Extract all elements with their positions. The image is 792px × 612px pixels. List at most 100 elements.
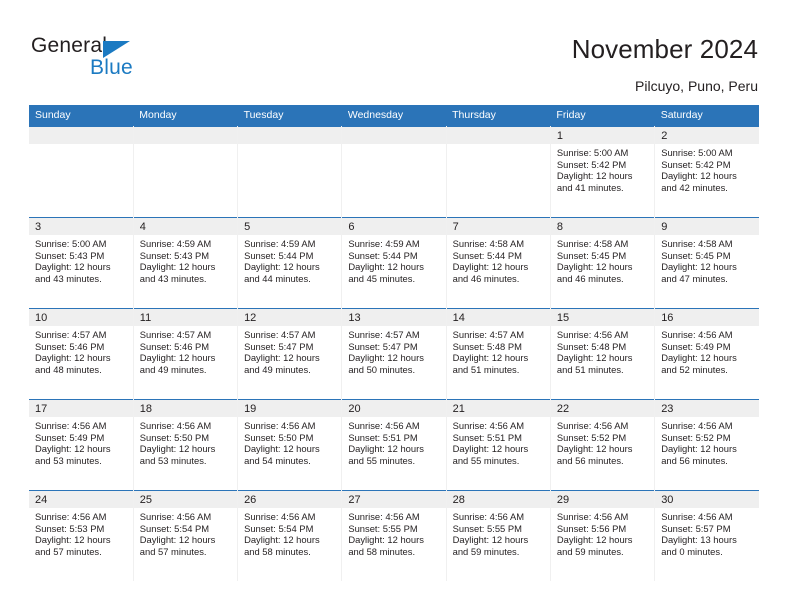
calendar-day-cell[interactable]: 1 Sunrise: 5:00 AM Sunset: 5:42 PM Daylight…: [550, 126, 656, 218]
day-number: [133, 127, 238, 144]
daylight-duration-line2: and 57 minutes.: [139, 545, 207, 557]
daylight-duration-line2: and 43 minutes.: [35, 272, 102, 284]
day-sun-info: Sunrise: 4:56 AM Sunset: 5:50 PM Daylight:…: [238, 417, 341, 466]
daylight-duration-line1: Daylight: 12 hours: [244, 261, 320, 273]
daylight-duration-line2: and 56 minutes.: [661, 454, 728, 466]
calendar-day-cell[interactable]: 5 Sunrise: 4:59 AM Sunset: 5:44 PM Daylight…: [237, 217, 343, 309]
daylight-duration-line2: and 54 minutes.: [244, 454, 311, 466]
day-cell-inner: 11 Sunrise: 4:57 AM Sunset: 5:46 PM Dayligh…: [133, 309, 238, 399]
calendar-week-row: 24 Sunrise: 4:56 AM Sunset: 5:53 PM Dayligh…: [29, 490, 759, 581]
day-sun-info: Sunrise: 4:56 AM Sunset: 5:55 PM Daylight:…: [342, 508, 445, 557]
daylight-duration-line1: Daylight: 12 hours: [452, 534, 529, 546]
calendar-grid: Sunday Monday Tuesday Wednesday Thursday…: [29, 105, 759, 581]
sunrise-time: Sunrise: 4:56 AM: [452, 420, 525, 431]
day-sun-info: Sunrise: 4:56 AM Sunset: 5:49 PM Daylight:…: [29, 417, 133, 466]
day-sun-info: Sunrise: 4:58 AM Sunset: 5:45 PM Daylight:…: [655, 235, 759, 284]
day-cell-inner: 25 Sunrise: 4:56 AM Sunset: 5:54 PM Dayligh…: [133, 491, 238, 581]
calendar-day-cell[interactable]: 27 Sunrise: 4:56 AM Sunset: 5:55 PM Dayligh…: [341, 490, 447, 581]
sunset-time: Sunset: 5:53 PM: [35, 522, 105, 534]
calendar-day-cell[interactable]: 25 Sunrise: 4:56 AM Sunset: 5:54 PM Dayligh…: [133, 490, 239, 581]
daylight-duration-line1: Daylight: 12 hours: [244, 443, 320, 455]
day-cell-inner: [342, 127, 446, 217]
calendar-day-cell[interactable]: 9 Sunrise: 4:58 AM Sunset: 5:45 PM Daylight…: [654, 217, 759, 309]
sunset-time: Sunset: 5:45 PM: [661, 249, 731, 261]
calendar-day-cell[interactable]: 16 Sunrise: 4:56 AM Sunset: 5:49 PM Dayligh…: [654, 308, 759, 400]
calendar-day-cell[interactable]: 4 Sunrise: 4:59 AM Sunset: 5:43 PM Daylight…: [133, 217, 239, 309]
calendar-day-cell[interactable]: 23 Sunrise: 4:56 AM Sunset: 5:52 PM Dayligh…: [654, 399, 759, 491]
daylight-duration-line1: Daylight: 12 hours: [348, 443, 424, 455]
day-sun-info: Sunrise: 4:59 AM Sunset: 5:44 PM Daylight:…: [238, 235, 341, 284]
day-number: [238, 127, 342, 144]
calendar-day-cell[interactable]: 12 Sunrise: 4:57 AM Sunset: 5:47 PM Dayligh…: [237, 308, 343, 400]
calendar-day-cell[interactable]: 26 Sunrise: 4:56 AM Sunset: 5:54 PM Dayligh…: [237, 490, 343, 581]
daylight-duration-line1: Daylight: 12 hours: [35, 261, 111, 273]
weekday-header-sunday: Sunday: [29, 105, 134, 127]
calendar-day-cell[interactable]: 30 Sunrise: 4:56 AM Sunset: 5:57 PM Dayligh…: [654, 490, 759, 581]
daylight-duration-line1: Daylight: 12 hours: [556, 261, 633, 273]
day-sun-info: Sunrise: 4:56 AM Sunset: 5:53 PM Daylight:…: [29, 508, 133, 557]
calendar-day-cell[interactable]: 20 Sunrise: 4:56 AM Sunset: 5:51 PM Dayligh…: [341, 399, 447, 491]
daylight-duration-line2: and 53 minutes.: [35, 454, 102, 466]
sunset-time: Sunset: 5:55 PM: [452, 522, 522, 534]
calendar-day-cell[interactable]: 8 Sunrise: 4:58 AM Sunset: 5:45 PM Daylight…: [550, 217, 656, 309]
calendar-day-cell[interactable]: 10 Sunrise: 4:57 AM Sunset: 5:46 PM Dayligh…: [29, 308, 134, 400]
calendar-day-cell[interactable]: 24 Sunrise: 4:56 AM Sunset: 5:53 PM Dayligh…: [29, 490, 134, 581]
daylight-duration-line2: and 48 minutes.: [35, 363, 102, 375]
day-number: 9: [655, 218, 759, 235]
day-number: 6: [342, 218, 446, 235]
calendar-day-cell[interactable]: 22 Sunrise: 4:56 AM Sunset: 5:52 PM Dayligh…: [550, 399, 656, 491]
day-sun-info: Sunrise: 4:59 AM Sunset: 5:43 PM Daylight:…: [134, 235, 237, 284]
day-cell-inner: 18 Sunrise: 4:56 AM Sunset: 5:50 PM Dayligh…: [133, 400, 238, 490]
calendar-day-cell[interactable]: 17 Sunrise: 4:56 AM Sunset: 5:49 PM Dayligh…: [29, 399, 134, 491]
day-number: 27: [342, 491, 446, 508]
sunset-time: Sunset: 5:51 PM: [348, 431, 418, 443]
day-cell-inner: 27 Sunrise: 4:56 AM Sunset: 5:55 PM Dayligh…: [342, 491, 446, 581]
calendar-day-cell[interactable]: 13 Sunrise: 4:57 AM Sunset: 5:47 PM Dayligh…: [341, 308, 447, 400]
day-number: 22: [550, 400, 655, 417]
day-sun-info: Sunrise: 5:00 AM Sunset: 5:43 PM Daylight:…: [29, 235, 133, 284]
sunset-time: Sunset: 5:54 PM: [244, 522, 314, 534]
daylight-duration-line2: and 49 minutes.: [139, 363, 207, 375]
day-sun-info: Sunrise: 4:56 AM Sunset: 5:57 PM Daylight:…: [655, 508, 759, 557]
calendar-day-cell[interactable]: 7 Sunrise: 4:58 AM Sunset: 5:44 PM Daylight…: [446, 217, 551, 309]
day-cell-inner: 24 Sunrise: 4:56 AM Sunset: 5:53 PM Dayligh…: [29, 491, 133, 581]
page-title: November 2024: [571, 34, 758, 64]
calendar-day-cell[interactable]: 19 Sunrise: 4:56 AM Sunset: 5:50 PM Dayligh…: [237, 399, 343, 491]
day-number: 1: [550, 127, 655, 144]
day-cell-inner: 8 Sunrise: 4:58 AM Sunset: 5:45 PM Daylight…: [550, 218, 655, 308]
calendar-day-cell[interactable]: 11 Sunrise: 4:57 AM Sunset: 5:46 PM Dayligh…: [133, 308, 239, 400]
calendar-day-cell[interactable]: 21 Sunrise: 4:56 AM Sunset: 5:51 PM Dayligh…: [446, 399, 551, 491]
calendar-day-cell[interactable]: 18 Sunrise: 4:56 AM Sunset: 5:50 PM Dayligh…: [133, 399, 239, 491]
sunrise-time: Sunrise: 4:57 AM: [35, 329, 107, 340]
sunrise-time: Sunrise: 4:59 AM: [348, 238, 420, 249]
day-number: 2: [655, 127, 759, 144]
daylight-duration-line1: Daylight: 12 hours: [452, 443, 529, 455]
sunset-time: Sunset: 5:46 PM: [139, 340, 210, 352]
calendar-day-cell[interactable]: 2 Sunrise: 5:00 AM Sunset: 5:42 PM Daylight…: [654, 126, 759, 218]
calendar-day-cell[interactable]: 29 Sunrise: 4:56 AM Sunset: 5:56 PM Dayligh…: [550, 490, 656, 581]
day-sun-info: Sunrise: 4:57 AM Sunset: 5:46 PM Daylight:…: [29, 326, 133, 375]
calendar-day-cell[interactable]: 28 Sunrise: 4:56 AM Sunset: 5:55 PM Dayligh…: [446, 490, 551, 581]
calendar-day-cell[interactable]: 6 Sunrise: 4:59 AM Sunset: 5:44 PM Daylight…: [341, 217, 447, 309]
day-cell-inner: 14 Sunrise: 4:57 AM Sunset: 5:48 PM Dayligh…: [446, 309, 550, 399]
calendar-body: 1 Sunrise: 5:00 AM Sunset: 5:42 PM Daylight…: [29, 126, 759, 581]
daylight-duration-line2: and 46 minutes.: [556, 272, 624, 284]
daylight-duration-line1: Daylight: 12 hours: [452, 261, 529, 273]
day-cell-inner: 6 Sunrise: 4:59 AM Sunset: 5:44 PM Daylight…: [342, 218, 446, 308]
weekday-header-wednesday: Wednesday: [341, 105, 447, 127]
sunrise-time: Sunrise: 4:56 AM: [139, 420, 212, 431]
calendar-day-cell[interactable]: 15 Sunrise: 4:56 AM Sunset: 5:48 PM Dayligh…: [550, 308, 656, 400]
daylight-duration-line1: Daylight: 12 hours: [139, 352, 216, 364]
day-sun-info: Sunrise: 4:57 AM Sunset: 5:48 PM Daylight:…: [447, 326, 550, 375]
day-number: 8: [550, 218, 655, 235]
daylight-duration-line2: and 42 minutes.: [661, 181, 728, 193]
brand-logo[interactable]: General Blue: [31, 34, 191, 84]
daylight-duration-line1: Daylight: 12 hours: [139, 534, 216, 546]
day-sun-info: Sunrise: 4:56 AM Sunset: 5:55 PM Daylight:…: [447, 508, 550, 557]
sunrise-time: Sunrise: 4:59 AM: [139, 238, 212, 249]
day-sun-info: Sunrise: 4:56 AM Sunset: 5:52 PM Daylight:…: [551, 417, 654, 466]
sunrise-time: Sunrise: 4:56 AM: [556, 420, 629, 431]
calendar-day-cell[interactable]: 14 Sunrise: 4:57 AM Sunset: 5:48 PM Dayligh…: [446, 308, 551, 400]
calendar-day-cell[interactable]: 3 Sunrise: 5:00 AM Sunset: 5:43 PM Daylight…: [29, 217, 134, 309]
day-number: 4: [133, 218, 238, 235]
